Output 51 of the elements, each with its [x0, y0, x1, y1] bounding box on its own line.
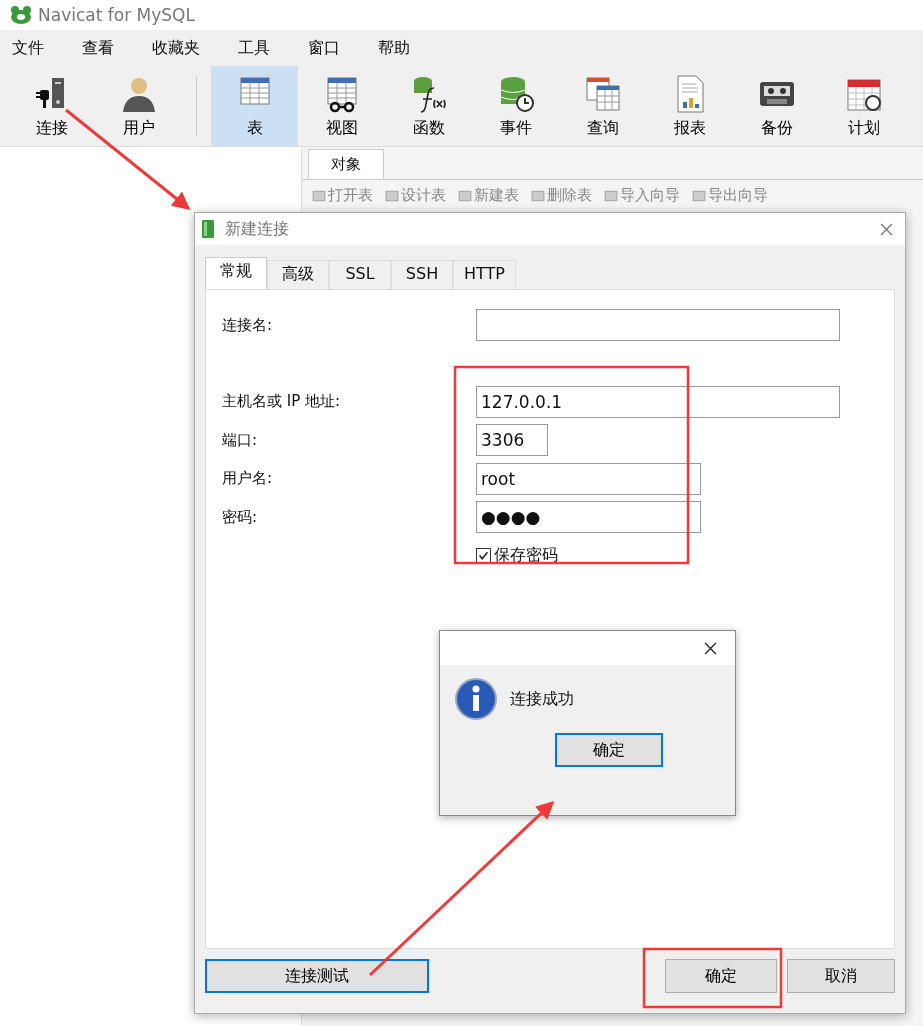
menu-item[interactable]: 工具	[238, 37, 270, 59]
toolbar-button[interactable]: 备份	[733, 66, 820, 146]
field-label: 连接名:	[222, 315, 274, 335]
dialog-tab[interactable]: 高级	[267, 260, 329, 289]
menu-item[interactable]: 窗口	[308, 37, 340, 59]
info-icon	[454, 677, 498, 721]
ok-button[interactable]: 确定	[554, 733, 663, 767]
dialog-tab[interactable]: HTTP	[453, 260, 516, 289]
toolbar-button[interactable]: 查询	[559, 66, 646, 146]
document-icon	[312, 188, 326, 203]
toolbar-button[interactable]: 计划	[820, 66, 907, 146]
dialog-tab[interactable]: 常规	[205, 257, 267, 289]
input-field[interactable]	[476, 309, 840, 342]
input-field[interactable]: 127.0.0.1	[476, 385, 840, 418]
book-icon	[201, 219, 215, 239]
document-icon	[604, 188, 618, 203]
test-connection-button[interactable]: 连接测试	[205, 959, 429, 993]
field-label: 密码:	[222, 507, 259, 527]
document-icon	[458, 188, 472, 203]
checkbox[interactable]	[476, 548, 491, 564]
field-label: 主机名或 IP 地址:	[222, 392, 342, 412]
menu-item[interactable]: 收藏夹	[152, 37, 200, 59]
toolbar-button[interactable]: 函数	[385, 66, 472, 146]
menu-item[interactable]: 帮助	[378, 37, 410, 59]
toolbar-button[interactable]: 报表	[646, 66, 733, 146]
menu-item[interactable]: 查看	[82, 37, 114, 59]
toolbar-button[interactable]: 用户	[95, 66, 182, 146]
document-icon	[385, 188, 399, 203]
input-field[interactable]: ●●●●	[476, 501, 701, 534]
input-field[interactable]: root	[476, 462, 701, 495]
document-icon	[531, 188, 545, 203]
close-icon[interactable]	[704, 641, 717, 655]
toolbar-button[interactable]: 视图	[298, 66, 385, 146]
ok-button[interactable]: 确定	[665, 959, 777, 993]
field-label: 用户名:	[222, 469, 274, 489]
dialog-title: 新建连接	[225, 218, 290, 240]
window-title: Navicat for MySQL	[38, 5, 195, 25]
app-logo-icon	[10, 5, 32, 25]
input-field[interactable]: 3306	[476, 424, 548, 457]
menu-item[interactable]: 文件	[12, 37, 44, 59]
toolbar-button[interactable]: 连接	[8, 66, 95, 146]
dialog-tab[interactable]: SSH	[391, 260, 453, 289]
object-tab[interactable]: 对象	[308, 149, 384, 179]
checkbox-label: 保存密码	[494, 545, 558, 567]
toolbar-button[interactable]: 事件	[472, 66, 559, 146]
dialog-tab[interactable]: SSL	[329, 260, 391, 289]
field-label: 端口:	[222, 430, 259, 450]
toolbar-button[interactable]: 表	[211, 66, 298, 146]
document-icon	[692, 188, 706, 203]
cancel-button[interactable]: 取消	[787, 959, 895, 993]
message-text: 连接成功	[510, 688, 574, 710]
